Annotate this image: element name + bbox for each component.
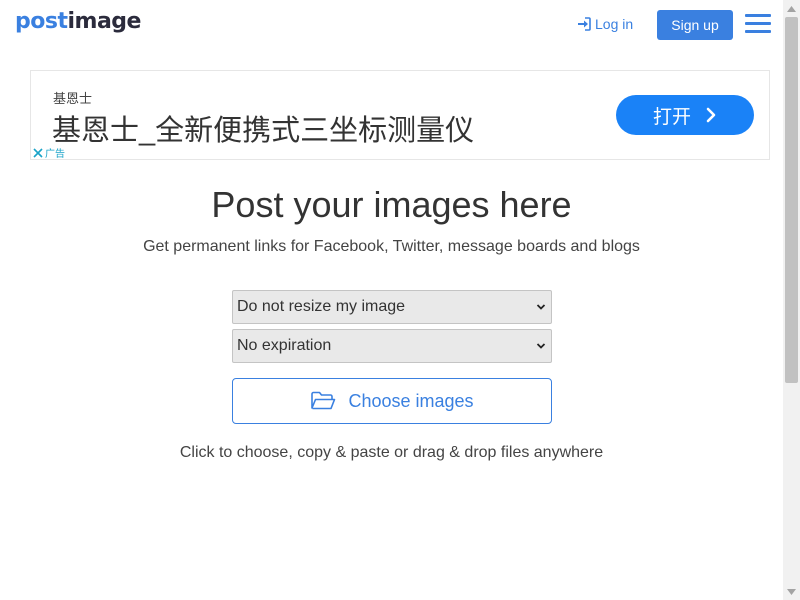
expiration-select-value: No expiration bbox=[237, 337, 332, 354]
signup-button[interactable]: Sign up bbox=[657, 10, 733, 40]
advertisement-banner[interactable]: 基恩士 基恩士_全新便携式三坐标测量仪 打开 广告 bbox=[30, 70, 770, 160]
scroll-down-arrow[interactable] bbox=[783, 583, 800, 600]
upload-hint: Click to choose, copy & paste or drag & … bbox=[179, 444, 604, 461]
ad-advertiser: 基恩士 bbox=[53, 91, 93, 106]
logo-part-post: post bbox=[15, 9, 68, 34]
scroll-up-arrow[interactable] bbox=[783, 0, 800, 17]
page-title: Post your images here bbox=[211, 184, 572, 225]
ad-open-button[interactable]: 打开 bbox=[616, 95, 754, 135]
navbar: postimage Log in Sign up bbox=[0, 0, 783, 50]
vertical-scrollbar[interactable] bbox=[783, 0, 800, 600]
page-subtitle: Get permanent links for Facebook, Twitte… bbox=[143, 238, 640, 255]
login-link[interactable]: Log in bbox=[577, 16, 633, 32]
close-icon bbox=[33, 147, 43, 158]
ad-close[interactable]: 广告 bbox=[33, 145, 65, 160]
ad-headline[interactable]: 基恩士_全新便携式三坐标测量仪 bbox=[52, 107, 474, 149]
login-label: Log in bbox=[595, 16, 634, 32]
logo-part-image: image bbox=[67, 9, 141, 34]
chevron-down-icon bbox=[536, 343, 546, 349]
resize-select[interactable]: Do not resize my image bbox=[232, 290, 552, 324]
choose-images-label: Choose images bbox=[348, 390, 474, 411]
chevron-right-icon bbox=[706, 107, 716, 123]
hamburger-icon[interactable] bbox=[745, 13, 771, 35]
sign-in-icon bbox=[578, 17, 591, 31]
scroll-thumb[interactable] bbox=[785, 17, 798, 383]
postimage-logo[interactable]: postimage bbox=[15, 9, 141, 34]
choose-images-button[interactable]: Choose images bbox=[232, 378, 552, 424]
resize-select-value: Do not resize my image bbox=[237, 298, 406, 315]
arrow-up-icon bbox=[787, 5, 796, 12]
expiration-select[interactable]: No expiration bbox=[232, 329, 552, 363]
ad-open-label: 打开 bbox=[652, 106, 691, 128]
ad-label: 广告 bbox=[45, 149, 65, 160]
chevron-down-icon bbox=[536, 304, 546, 310]
arrow-down-icon bbox=[787, 588, 796, 595]
folder-open-icon bbox=[311, 391, 336, 410]
